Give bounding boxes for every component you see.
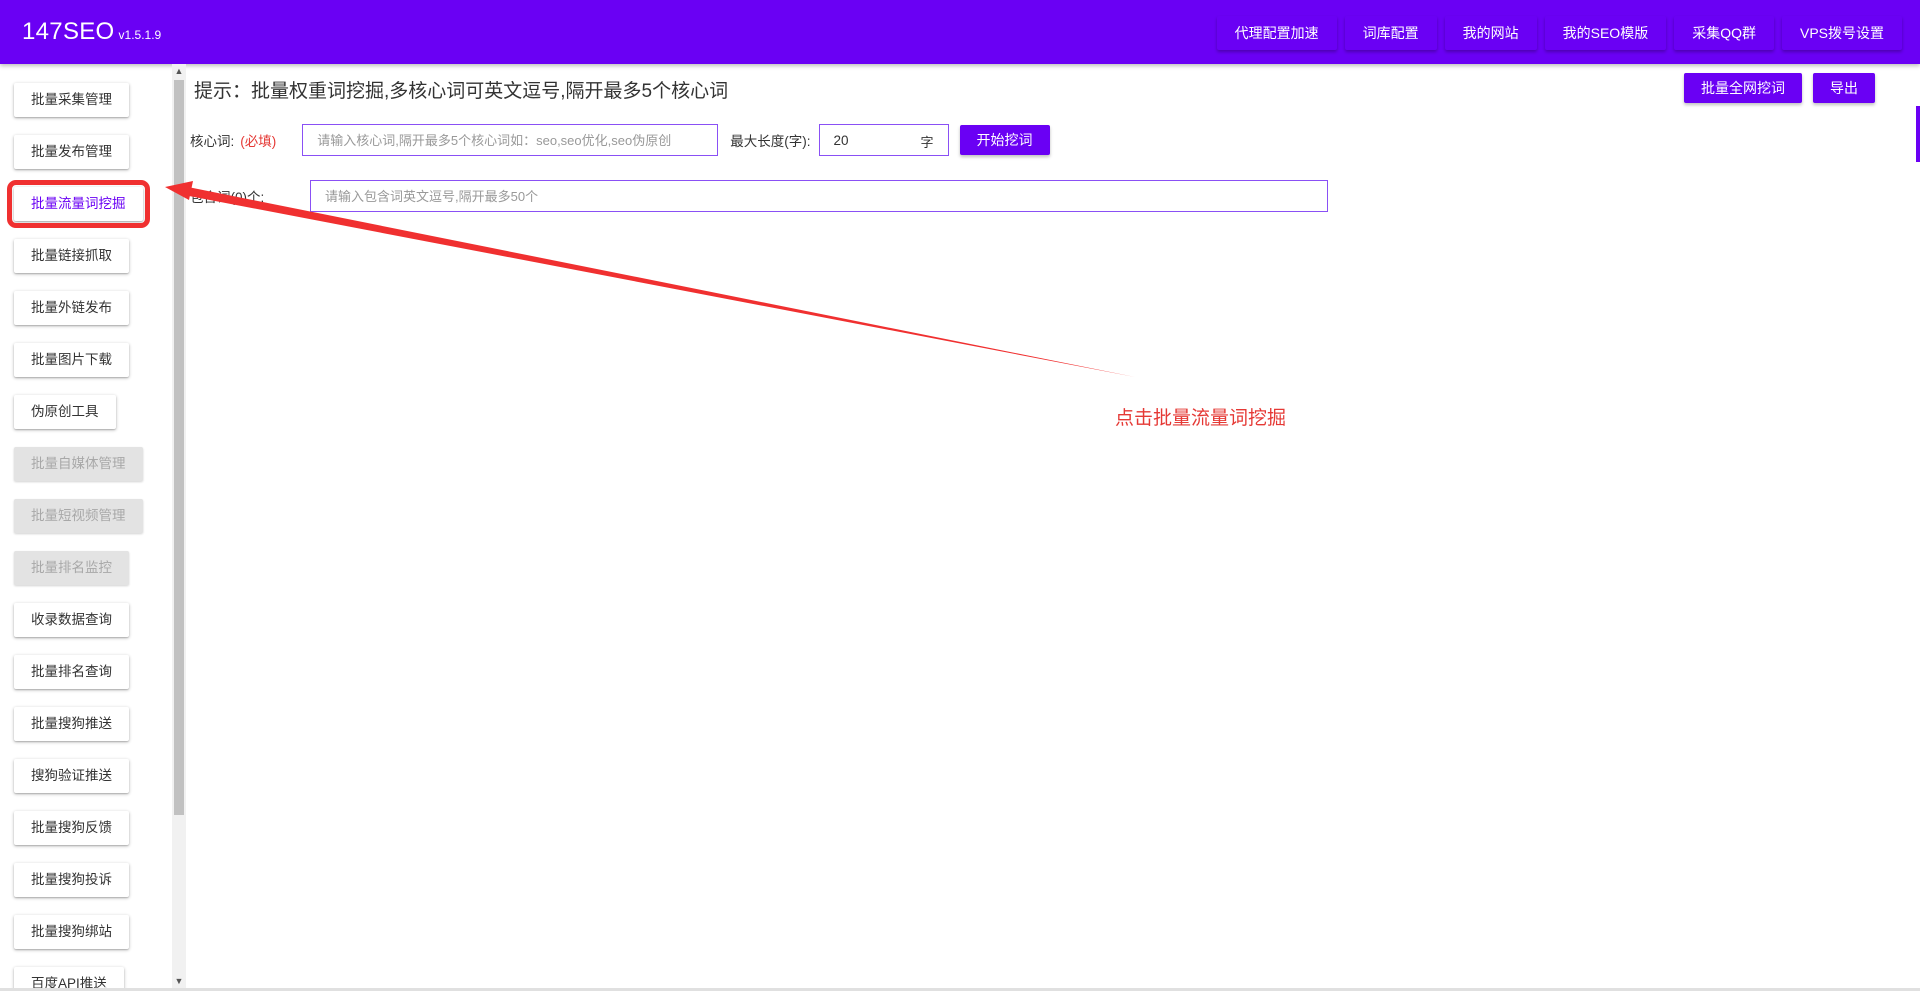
core-keyword-label: 核心词:: [190, 134, 235, 149]
nav-my-sites-button[interactable]: 我的网站: [1444, 16, 1537, 50]
required-mark: (必填): [240, 134, 277, 149]
scroll-up-arrow-icon[interactable]: ▲: [172, 64, 186, 78]
app-header: 147SEO v1.5.1.9 代理配置加速 词库配置 我的网站 我的SEO模版 …: [0, 0, 1920, 64]
sidebar-item-pseudo-original-tool[interactable]: 伪原创工具: [14, 395, 116, 429]
include-keyword-input[interactable]: [310, 180, 1328, 212]
brand: 147SEO v1.5.1.9: [22, 18, 161, 46]
sidebar-item-sogou-feedback[interactable]: 批量搜狗反馈: [14, 811, 129, 845]
top-actions: 批量全网挖词 导出: [1684, 73, 1875, 103]
scroll-thumb[interactable]: [174, 80, 184, 815]
top-nav: 代理配置加速 词库配置 我的网站 我的SEO模版 采集QQ群 VPS拨号设置: [1216, 16, 1902, 50]
sidebar-item-sogou-verify-push[interactable]: 搜狗验证推送: [14, 759, 129, 793]
sidebar-item-image-download[interactable]: 批量图片下载: [14, 343, 129, 377]
sidebar-item-index-query[interactable]: 收录数据查询: [14, 603, 129, 637]
batch-full-web-mining-button[interactable]: 批量全网挖词: [1684, 73, 1802, 103]
app-version: v1.5.1.9: [118, 28, 162, 42]
annotation-text: 点击批量流量词挖掘: [1115, 408, 1287, 429]
sidebar-item-sogou-complaint[interactable]: 批量搜狗投诉: [14, 863, 129, 897]
app-name: 147SEO: [22, 18, 115, 45]
sidebar-item-external-link-publish[interactable]: 批量外链发布: [14, 291, 129, 325]
sidebar-item-batch-collect[interactable]: 批量采集管理: [14, 83, 129, 117]
sidebar-item-sogou-bind-site[interactable]: 批量搜狗绑站: [14, 915, 129, 949]
nav-lexicon-config-button[interactable]: 词库配置: [1344, 16, 1437, 50]
sidebar-item-link-crawl[interactable]: 批量链接抓取: [14, 239, 129, 273]
export-button[interactable]: 导出: [1813, 73, 1875, 103]
scroll-down-arrow-icon[interactable]: ▼: [172, 974, 186, 988]
nav-qq-group-button[interactable]: 采集QQ群: [1674, 16, 1774, 50]
sidebar-item-self-media: 批量自媒体管理: [14, 447, 143, 481]
sidebar-item-rank-query[interactable]: 批量排名查询: [14, 655, 129, 689]
sidebar-item-sogou-push[interactable]: 批量搜狗推送: [14, 707, 129, 741]
core-keyword-input[interactable]: [302, 124, 719, 156]
max-length-field[interactable]: 字: [818, 124, 949, 156]
sidebar-item-traffic-keyword-mining[interactable]: 批量流量词挖掘: [7, 180, 150, 228]
right-edge-tab: [1916, 106, 1920, 162]
arrow-shaft: [188, 187, 1135, 377]
sidebar-item-short-video: 批量短视频管理: [14, 499, 143, 533]
sidebar-item-rank-monitor: 批量排名监控: [14, 551, 129, 585]
sidebar-item-batch-publish[interactable]: 批量发布管理: [14, 135, 129, 169]
max-length-unit: 字: [920, 135, 934, 150]
max-length-input[interactable]: [819, 125, 910, 155]
include-keyword-row: 包含词(0)个:: [190, 180, 1328, 212]
sidebar-scrollbar[interactable]: ▲ ▼: [172, 64, 186, 988]
page-hint: 提示：批量权重词挖掘,多核心词可英文逗号,隔开最多5个核心词: [194, 81, 729, 102]
start-mining-button[interactable]: 开始挖词: [959, 125, 1050, 155]
max-length-label: 最大长度(字):: [730, 134, 811, 149]
nav-vps-dial-button[interactable]: VPS拨号设置: [1781, 16, 1902, 50]
nav-seo-templates-button[interactable]: 我的SEO模版: [1544, 16, 1667, 50]
include-keyword-label: 包含词(0)个:: [190, 190, 265, 205]
sidebar-item-baidu-api-push[interactable]: 百度API推送: [14, 967, 124, 988]
core-keyword-row: 核心词: (必填) 最大长度(字): 字 开始挖词: [190, 124, 1050, 156]
sidebar: 批量采集管理 批量发布管理 批量流量词挖掘 批量链接抓取 批量外链发布 批量图片…: [0, 64, 172, 988]
nav-proxy-config-button[interactable]: 代理配置加速: [1216, 16, 1337, 50]
